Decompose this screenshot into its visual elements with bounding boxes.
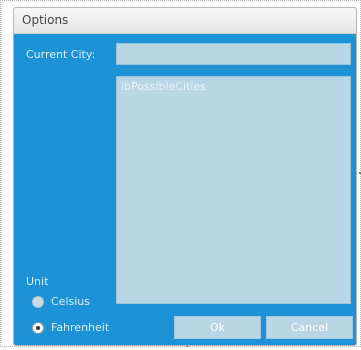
options-window: Options Current City: lbPossibleCities U… [13, 7, 357, 346]
window-title: Options [22, 13, 69, 27]
fahrenheit-radio[interactable] [32, 322, 44, 334]
celsius-radio-label: Celsius [51, 295, 90, 308]
fahrenheit-radio-label: Fahrenheit [51, 321, 110, 334]
possible-cities-listbox[interactable]: lbPossibleCities [116, 76, 351, 304]
listbox-placeholder: lbPossibleCities [121, 80, 206, 93]
unit-label: Unit [26, 275, 49, 288]
celsius-radio[interactable] [32, 296, 44, 308]
current-city-input[interactable] [116, 43, 351, 65]
ok-button[interactable]: Ok [174, 316, 261, 339]
current-city-label: Current City: [26, 48, 96, 61]
cancel-button[interactable]: Cancel [266, 316, 353, 339]
title-bar: Options [14, 8, 356, 34]
